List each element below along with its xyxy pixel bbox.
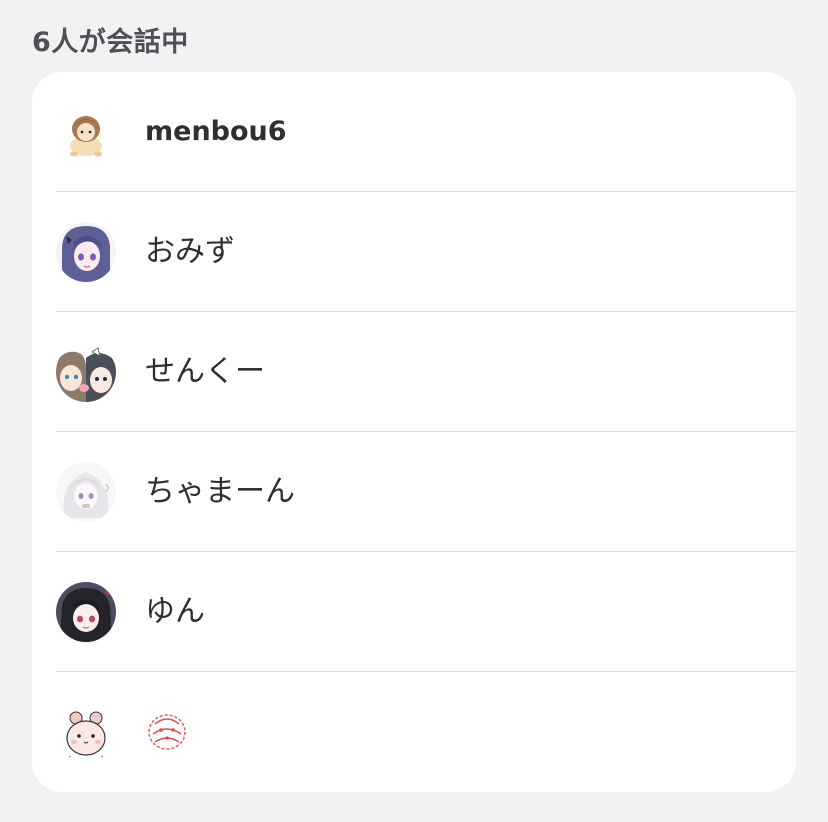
participant-row[interactable]: おみず (32, 192, 796, 312)
participant-row[interactable]: せんくー (32, 312, 796, 432)
participant-count-heading: 6人が会話中 (32, 27, 189, 58)
red-pattern-emoji-icon (145, 710, 189, 754)
pink-hamster-avatar[interactable] (56, 702, 116, 762)
participant-name: ちゃまーん (145, 474, 295, 509)
participant-name: menbou6 (145, 116, 287, 147)
participant-name: おみず (145, 234, 235, 269)
participant-row[interactable]: menbou6 (32, 72, 796, 192)
white-hair-character-avatar[interactable] (56, 462, 116, 522)
participant-name: せんくー (145, 354, 265, 389)
purple-hair-girl-avatar[interactable] (56, 222, 116, 282)
participant-name: ゆん (145, 594, 205, 629)
dark-hair-girl-avatar[interactable] (56, 582, 116, 642)
participant-list: menbou6 おみず せんくー ちゃまーん ゆん (32, 72, 796, 792)
participant-row[interactable]: ゆん (32, 552, 796, 672)
brown-hair-chibi-avatar[interactable] (56, 102, 116, 162)
participant-row[interactable]: ちゃまーん (32, 432, 796, 552)
participant-row[interactable] (32, 672, 796, 792)
two-characters-avatar[interactable] (56, 342, 116, 402)
